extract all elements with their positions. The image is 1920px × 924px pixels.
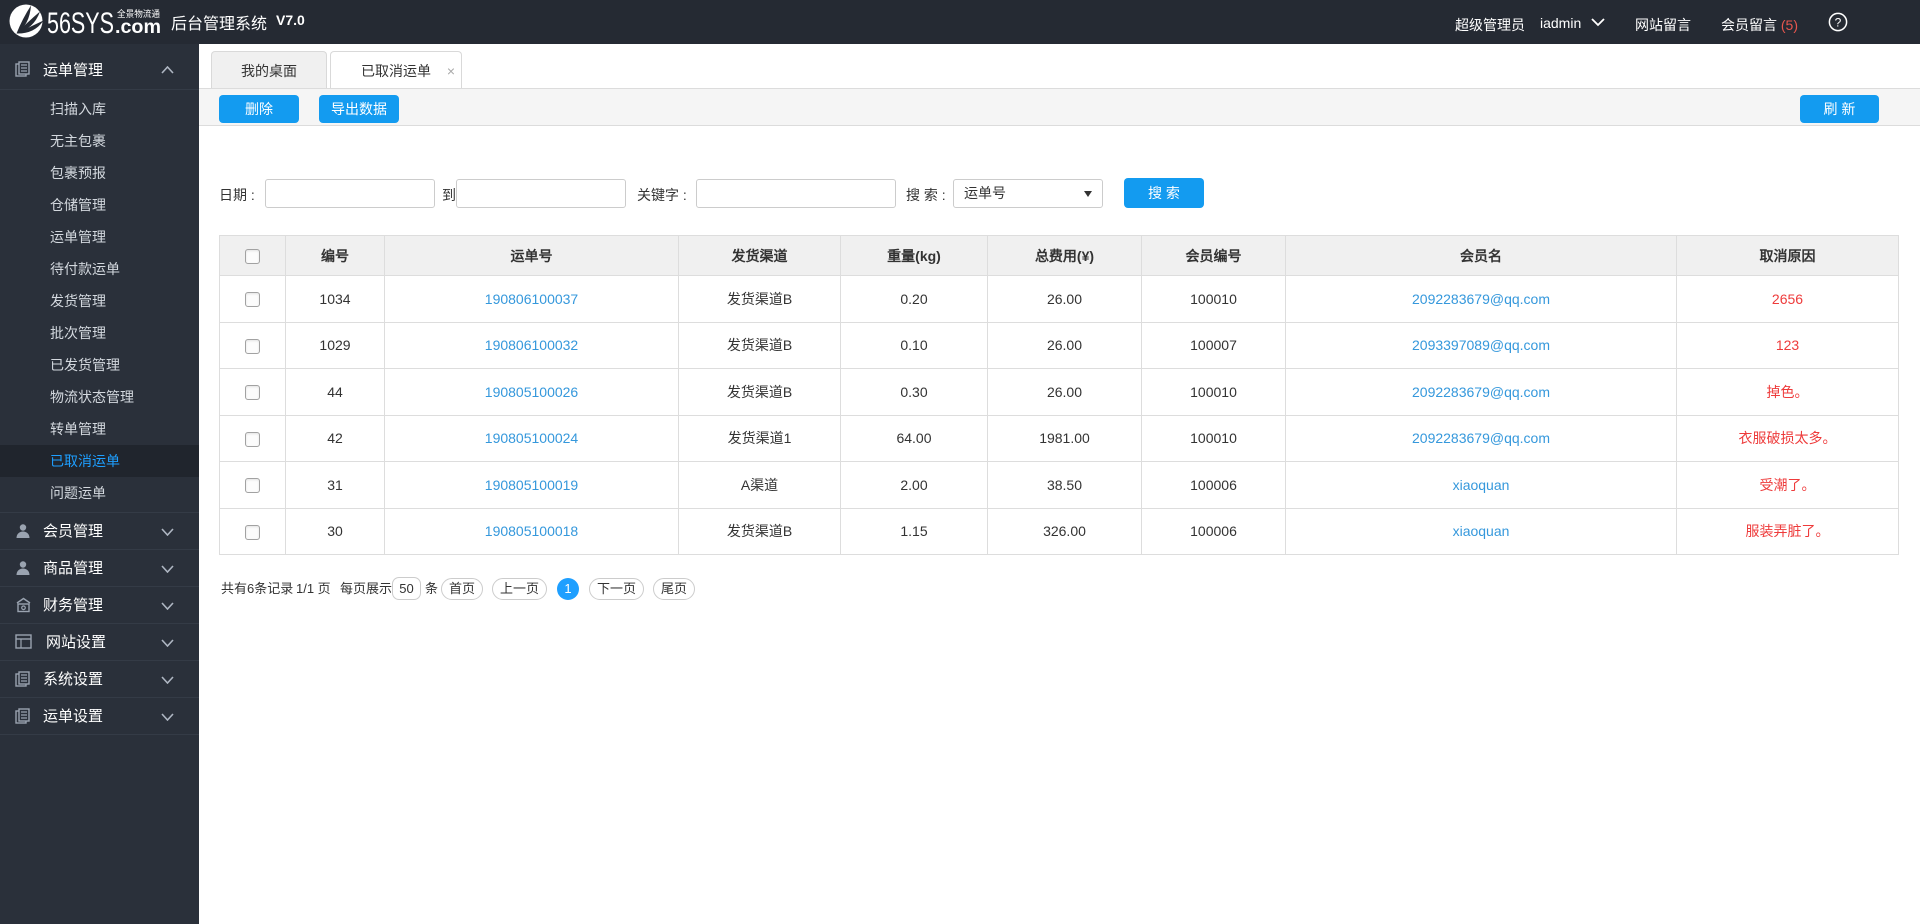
svg-text:?: ? <box>1835 16 1842 30</box>
svg-text:56SYS: 56SYS <box>47 7 114 40</box>
svg-text:.com: .com <box>115 17 161 38</box>
